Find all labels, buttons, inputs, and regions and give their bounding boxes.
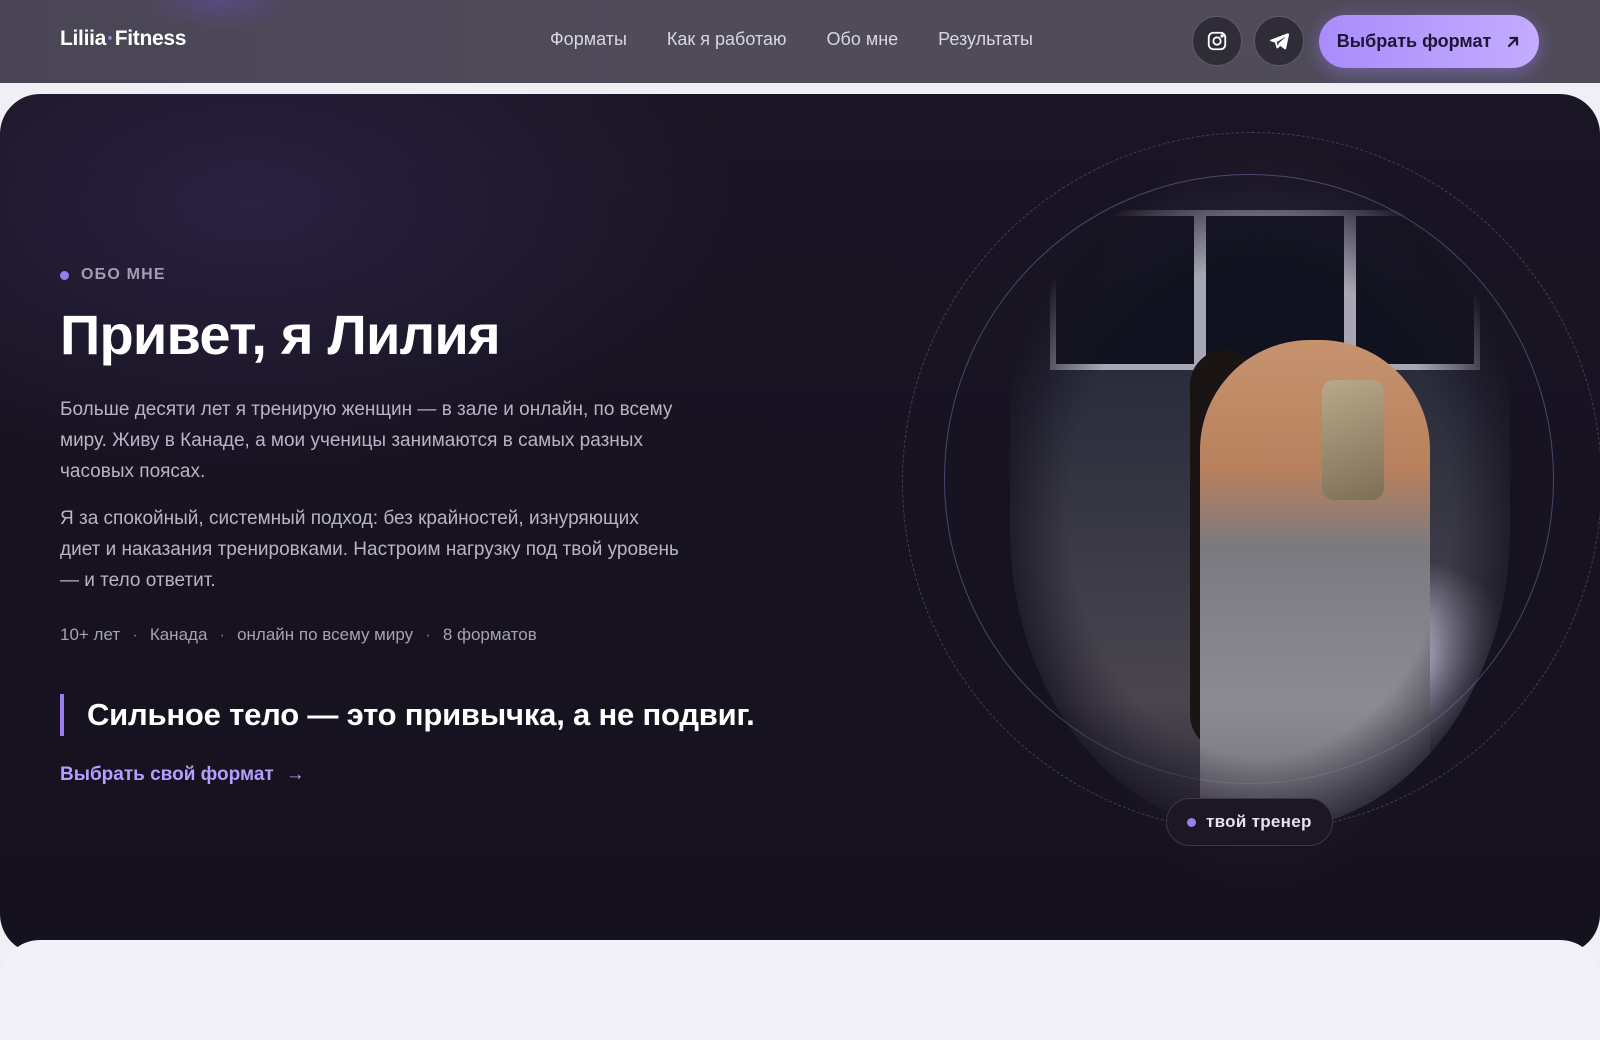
fact-separator: · [219,625,226,644]
nav-item-how-i-work[interactable]: Как я работаю [667,29,787,50]
intro-paragraph: Больше десяти лет я тренирую женщин — в … [60,399,673,482]
choose-own-format-link[interactable]: Выбрать свой формат → [60,764,305,786]
main-nav: Форматы Как я работаю Обо мне Результаты [550,29,1033,50]
trainer-badge: твой тренер [1166,798,1333,846]
photo-person [1200,340,1430,830]
trainer-badge-label: твой тренер [1206,812,1312,831]
photo-phone [1322,380,1384,500]
nav-item-results[interactable]: Результаты [938,29,1033,50]
telegram-icon [1269,33,1290,50]
fact-separator: · [425,625,431,644]
choose-format-label: Выбрать формат [1336,31,1492,51]
arrow-right-icon: → [285,764,305,785]
photo-window [1050,210,1200,370]
instagram-icon [1207,31,1227,51]
section-eyebrow: ОБО МНЕ [60,266,166,284]
next-section-top [0,940,1600,1040]
about-hero-section: ОБО МНЕ Привет, я Лилия Больше десяти ле… [0,94,1600,954]
facts-list: 10+ лет · Канада · онлайн по всему миру … [60,625,537,645]
approach-paragraph: Я за спокойный, системный подход: без кр… [60,508,679,591]
motto-quote: Сильное тело — это привычка, а не подвиг… [60,694,755,736]
fact-item: 8 форматов [442,625,537,644]
logo-suffix: Fitness [114,27,187,50]
bullet-dot-icon [1187,817,1196,827]
choose-format-button[interactable]: Выбрать формат [1319,15,1539,68]
telegram-button[interactable] [1254,16,1304,66]
bullet-dot-icon [60,270,69,280]
arrow-up-right-icon [1508,36,1519,47]
fact-item: 10+ лет [60,625,121,644]
logo[interactable]: Liliia·Fitness [60,27,186,51]
trainer-photo [1010,190,1510,830]
fact-item: Канада [149,625,208,644]
logo-dot: · [107,27,114,50]
fact-separator: · [132,625,138,644]
logo-name: Liliia [60,27,107,50]
fact-item: онлайн по всему миру [237,625,414,644]
choose-own-format-label: Выбрать свой формат [60,764,274,785]
page-title: Привет, я Лилия [60,303,501,366]
photo-window [1350,210,1480,370]
nav-item-formats[interactable]: Форматы [550,29,627,50]
site-header: Liliia·Fitness Форматы Как я работаю Обо… [0,0,1600,83]
nav-item-about[interactable]: Обо мне [827,29,899,50]
instagram-button[interactable] [1192,16,1242,66]
eyebrow-label: ОБО МНЕ [81,266,166,283]
